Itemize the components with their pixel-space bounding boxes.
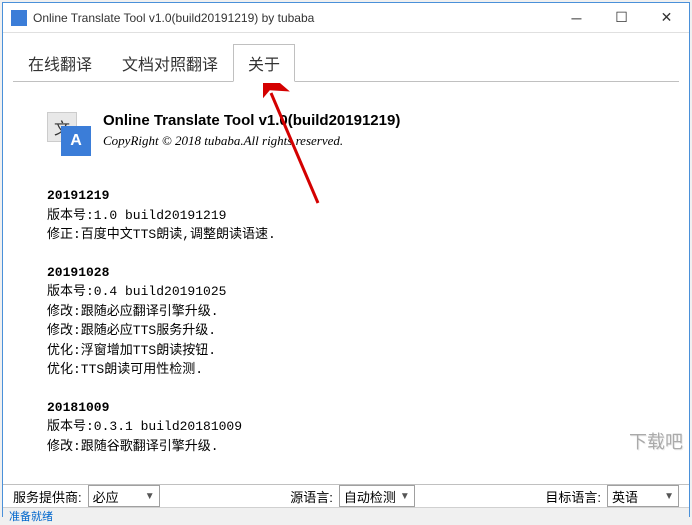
- about-title: Online Translate Tool v1.0(build20191219…: [103, 112, 400, 129]
- target-lang-value: 英语: [612, 487, 660, 506]
- tab-online-translate[interactable]: 在线翻译: [13, 44, 107, 82]
- changelog-line: 版本号:0.4 build20191025: [47, 282, 659, 302]
- provider-select[interactable]: 必应 ▼: [88, 485, 160, 507]
- status-text: 准备就绪: [9, 508, 53, 524]
- chevron-down-icon: ▼: [400, 491, 410, 502]
- window-controls: ─ ☐ ✕: [554, 3, 689, 32]
- changelog-entry: 20181009 版本号:0.3.1 build20181009 修改:跟随谷歌…: [47, 398, 659, 457]
- changelog-entry: 20191219 版本号:1.0 build20191219 修正:百度中文TT…: [47, 186, 659, 245]
- close-button[interactable]: ✕: [644, 3, 689, 32]
- chevron-down-icon: ▼: [145, 491, 155, 502]
- source-lang-select[interactable]: 自动检测 ▼: [339, 485, 415, 507]
- content-area: 在线翻译 文档对照翻译 关于 文 A Online Translate Tool…: [3, 33, 689, 484]
- tab-label: 关于: [248, 57, 280, 74]
- chevron-down-icon: ▼: [664, 491, 674, 502]
- changelog-line: 修改:跟随必应翻译引擎升级.: [47, 302, 659, 322]
- changelog-line: 优化:TTS朗读可用性检测.: [47, 360, 659, 380]
- maximize-button[interactable]: ☐: [599, 3, 644, 32]
- source-lang-value: 自动检测: [344, 487, 396, 506]
- target-lang-label: 目标语言:: [545, 487, 601, 506]
- changelog-line: 修改:跟随谷歌翻译引擎升级.: [47, 437, 659, 457]
- changelog-date: 20191028: [47, 263, 659, 283]
- about-text: Online Translate Tool v1.0(build20191219…: [103, 112, 400, 156]
- provider-label: 服务提供商:: [13, 487, 82, 506]
- window-title: Online Translate Tool v1.0(build20191219…: [33, 11, 554, 25]
- provider-value: 必应: [93, 487, 141, 506]
- minimize-button[interactable]: ─: [554, 3, 599, 32]
- tab-about[interactable]: 关于: [233, 44, 295, 82]
- tab-document-compare[interactable]: 文档对照翻译: [107, 44, 233, 82]
- target-lang-select[interactable]: 英语 ▼: [607, 485, 679, 507]
- changelog-line: 修改:跟随必应TTS服务升级.: [47, 321, 659, 341]
- bottom-toolbar: 服务提供商: 必应 ▼ 源语言: 自动检测 ▼ 目标语言: 英语 ▼: [3, 484, 689, 507]
- source-lang-label: 源语言:: [290, 487, 333, 506]
- changelog-line: 版本号:1.0 build20191219: [47, 206, 659, 226]
- about-header: 文 A Online Translate Tool v1.0(build2019…: [47, 112, 659, 156]
- icon-front-tile: A: [61, 126, 91, 156]
- about-copyright: CopyRight © 2018 tubaba.All rights reser…: [103, 133, 400, 149]
- tab-body-about: 文 A Online Translate Tool v1.0(build2019…: [13, 82, 679, 484]
- changelog-line: 优化:浮窗增加TTS朗读按钮.: [47, 341, 659, 361]
- changelog-date: 20191219: [47, 186, 659, 206]
- app-icon-small: [11, 10, 27, 26]
- translate-icon: 文 A: [47, 112, 91, 156]
- tab-label: 文档对照翻译: [122, 57, 218, 74]
- tab-label: 在线翻译: [28, 57, 92, 74]
- app-window: Online Translate Tool v1.0(build20191219…: [2, 2, 690, 517]
- changelog-line: 版本号:0.3.1 build20181009: [47, 417, 659, 437]
- changelog-entry: 20191028 版本号:0.4 build20191025 修改:跟随必应翻译…: [47, 263, 659, 380]
- changelog: 20191219 版本号:1.0 build20191219 修正:百度中文TT…: [47, 186, 659, 456]
- status-bar: 准备就绪: [3, 507, 689, 524]
- changelog-date: 20181009: [47, 398, 659, 418]
- tab-strip: 在线翻译 文档对照翻译 关于: [13, 43, 679, 82]
- changelog-line: 修正:百度中文TTS朗读,调整朗读语速.: [47, 225, 659, 245]
- titlebar[interactable]: Online Translate Tool v1.0(build20191219…: [3, 3, 689, 33]
